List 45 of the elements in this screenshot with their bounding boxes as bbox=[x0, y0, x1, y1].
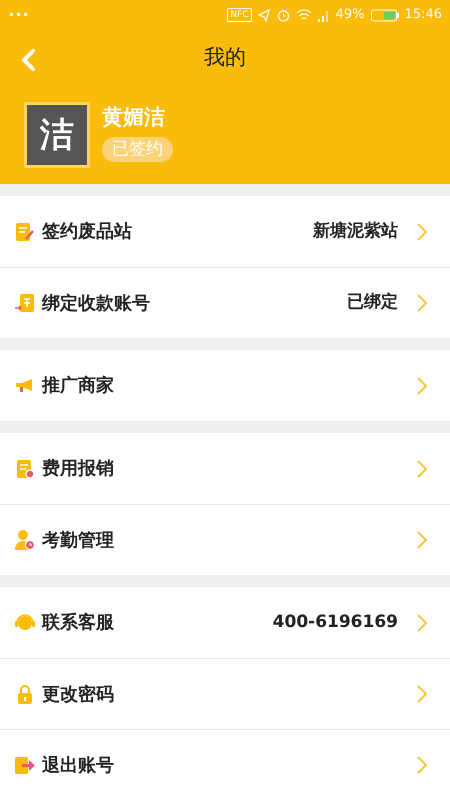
chevron-icon bbox=[416, 458, 428, 478]
menu-value: 新塘泥紫站 bbox=[313, 220, 398, 243]
document-badge-icon bbox=[14, 458, 36, 480]
signal-icon bbox=[318, 8, 330, 22]
chevron-icon bbox=[416, 530, 428, 550]
menu-item[interactable]: 退出账号 bbox=[0, 729, 450, 800]
menu-value: 已绑定 bbox=[347, 291, 398, 314]
menu-item[interactable]: 考勤管理 bbox=[0, 504, 450, 575]
status-badge: 已签约 bbox=[102, 137, 173, 162]
battery-percentage: 49% bbox=[336, 6, 365, 24]
page-title: 我的 bbox=[204, 44, 246, 72]
chevron-icon bbox=[416, 293, 428, 313]
avatar: 洁 bbox=[24, 102, 90, 168]
menu-label: 绑定收款账号 bbox=[42, 292, 151, 316]
menu-label: 联系客服 bbox=[42, 611, 115, 635]
menu-label: 推广商家 bbox=[42, 374, 115, 398]
menu-label: 退出账号 bbox=[42, 754, 115, 778]
wifi-icon bbox=[296, 8, 312, 22]
menu-item[interactable]: 推广商家 bbox=[0, 350, 450, 421]
menu-label: 考勤管理 bbox=[42, 528, 115, 552]
menu-item[interactable]: 联系客服 400-6196169 bbox=[0, 587, 450, 658]
person-clock-icon bbox=[14, 529, 36, 551]
menu-value: 400-6196169 bbox=[272, 610, 398, 634]
document-arrow-icon bbox=[14, 292, 36, 314]
nfc-indicator: NFC bbox=[227, 8, 252, 22]
menu-item[interactable]: 签约废品站 新塘泥紫站 bbox=[0, 196, 450, 267]
chevron-icon bbox=[416, 222, 428, 242]
chevron-icon bbox=[416, 612, 428, 632]
status-time: 15:46 bbox=[404, 6, 442, 24]
notification-dots: ••• bbox=[8, 7, 30, 24]
chevron-icon bbox=[416, 376, 428, 396]
battery-icon bbox=[370, 8, 399, 22]
door-arrow-icon bbox=[14, 754, 36, 776]
back-icon[interactable] bbox=[20, 48, 36, 72]
user-name: 黄媚洁 bbox=[102, 104, 165, 131]
document-pen-icon bbox=[14, 220, 36, 242]
menu-label: 费用报销 bbox=[42, 457, 115, 481]
menu-item[interactable]: 费用报销 bbox=[0, 433, 450, 504]
menu-item[interactable]: 绑定收款账号 已绑定 bbox=[0, 267, 450, 338]
chevron-icon bbox=[416, 684, 428, 704]
menu-item[interactable]: 更改密码 bbox=[0, 658, 450, 729]
alarm-icon bbox=[276, 8, 290, 22]
menu-label: 更改密码 bbox=[42, 682, 115, 706]
menu-label: 签约废品站 bbox=[42, 220, 133, 244]
chevron-icon bbox=[416, 755, 428, 775]
